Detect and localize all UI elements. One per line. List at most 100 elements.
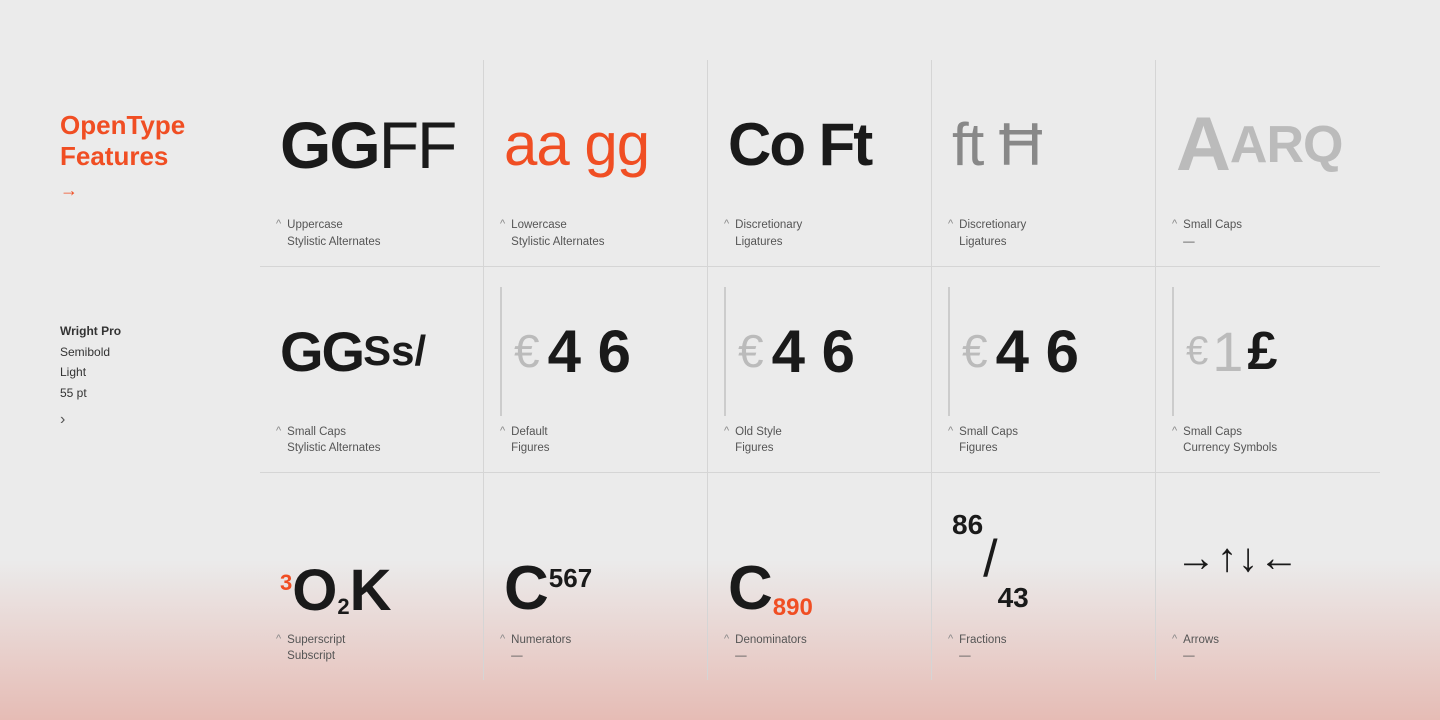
cell-small-caps-figures: € 4 6 ^ Small CapsFigures [932, 267, 1156, 474]
caret-icon: ^ [1172, 425, 1177, 437]
demo-old-style-figures: € 4 6 [724, 287, 915, 416]
demo-fractions: 86 / 43 [948, 493, 1139, 623]
feature-label: LowercaseStylistic Alternates [511, 217, 604, 249]
demo-lowercase-stylistic: aa gg [500, 80, 691, 209]
demo-small-caps: A ARQ [1172, 80, 1364, 209]
feature-label: DiscretionaryLigatures [959, 217, 1026, 249]
label-row: ^ Fractions— [948, 632, 1139, 664]
label-row: ^ SuperscriptSubscript [276, 632, 467, 664]
demo-text: Co Ft [728, 110, 871, 179]
cell-lowercase-stylistic: aa gg ^ LowercaseStylistic Alternates [484, 60, 708, 267]
feature-label: Arrows— [1183, 632, 1219, 664]
demo-small-caps-currency: € 1 £ [1172, 287, 1364, 416]
demo-text: ARQ [1230, 119, 1343, 171]
feature-label: Small Caps— [1183, 217, 1242, 249]
demo-slash: / [983, 529, 997, 589]
demo-pound: £ [1247, 320, 1277, 382]
demo-euro: € [1186, 329, 1208, 374]
label-row: ^ Denominators— [724, 632, 915, 664]
cell-uppercase-stylistic: GG FF ^ UppercaseStylistic Alternates [260, 60, 484, 267]
label-row: ^ Numerators— [500, 632, 691, 664]
cell-small-caps-stylistic: GG Ss/ ^ Small CapsStylistic Alternates [260, 267, 484, 474]
demo-circle-o: O [292, 557, 337, 624]
demo-text-alt: FF [379, 107, 456, 183]
caret-icon: ^ [500, 218, 505, 230]
demo-gg: GG [280, 319, 363, 384]
label-row: ^ Old StyleFigures [724, 424, 915, 456]
cell-disc-ligatures-2: ft Ħ ^ DiscretionaryLigatures [932, 60, 1156, 267]
demo-disc-ligatures-2: ft Ħ [948, 80, 1139, 209]
label-row: ^ Arrows— [1172, 632, 1364, 664]
cell-small-caps-currency: € 1 £ ^ Small CapsCurrency Symbols [1156, 267, 1380, 474]
demo-numerators: C 567 [500, 493, 691, 623]
feature-label: Small CapsStylistic Alternates [287, 424, 380, 456]
demo-euro: € [738, 324, 764, 378]
demo-a-big: A [1176, 107, 1230, 183]
sidebar-chevron[interactable]: › [60, 411, 260, 429]
font-style: Light [60, 365, 86, 379]
demo-one: 1 [1212, 319, 1243, 384]
caret-icon: ^ [500, 425, 505, 437]
sidebar-title: OpenTypeFeatures [60, 110, 260, 172]
demo-euro: € [962, 324, 988, 378]
caret-icon: ^ [724, 633, 729, 645]
label-row: ^ Small Caps— [1172, 217, 1364, 249]
feature-label: DiscretionaryLigatures [735, 217, 802, 249]
sidebar-arrow[interactable]: → [60, 180, 260, 201]
font-size: 55 pt [60, 386, 87, 400]
demo-uppercase-stylistic: GG FF [276, 80, 467, 209]
demo-denominators: C 890 [724, 493, 915, 623]
font-weight: Semibold [60, 345, 110, 359]
caret-icon: ^ [948, 633, 953, 645]
demo-numbers: 4 6 [772, 317, 855, 386]
demo-denominator: 43 [998, 582, 1029, 614]
caret-icon: ^ [948, 218, 953, 230]
feature-label: Numerators— [511, 632, 571, 664]
demo-567: 567 [549, 563, 592, 594]
demo-c: C [728, 553, 773, 624]
demo-euro: € [514, 324, 540, 378]
cell-disc-ligatures-1: Co Ft ^ DiscretionaryLigatures [708, 60, 932, 267]
main-container: OpenTypeFeatures → Wright Pro Semibold L… [0, 0, 1440, 720]
font-name: Wright Pro [60, 324, 121, 338]
features-grid: GG FF ^ UppercaseStylistic Alternates aa… [260, 60, 1380, 680]
demo-numerator: 86 [952, 509, 983, 541]
feature-label: SuperscriptSubscript [287, 632, 345, 664]
cell-superscript-subscript: 3 O 2 K ^ SuperscriptSubscript [260, 473, 484, 680]
feature-label: Small CapsFigures [959, 424, 1018, 456]
demo-default-figures: € 4 6 [500, 287, 691, 416]
sidebar: OpenTypeFeatures → Wright Pro Semibold L… [60, 60, 260, 680]
label-row: ^ DefaultFigures [500, 424, 691, 456]
caret-icon: ^ [1172, 218, 1177, 230]
demo-arrows-text: →↑↓← [1176, 536, 1300, 581]
sidebar-meta: Wright Pro Semibold Light 55 pt [60, 321, 260, 403]
cell-old-style-figures: € 4 6 ^ Old StyleFigures [708, 267, 932, 474]
feature-label: Small CapsCurrency Symbols [1183, 424, 1277, 456]
demo-text: aa gg [504, 110, 649, 179]
demo-ss: Ss/ [363, 327, 426, 375]
demo-c: C [504, 553, 549, 624]
cell-default-figures: € 4 6 ^ DefaultFigures [484, 267, 708, 474]
cell-numerators: C 567 ^ Numerators— [484, 473, 708, 680]
label-row: ^ Small CapsFigures [948, 424, 1139, 456]
cell-small-caps: A ARQ ^ Small Caps— [1156, 60, 1380, 267]
demo-text: GG [280, 107, 379, 183]
label-row: ^ Small CapsCurrency Symbols [1172, 424, 1364, 456]
label-row: ^ DiscretionaryLigatures [948, 217, 1139, 249]
feature-label: Old StyleFigures [735, 424, 782, 456]
caret-icon: ^ [724, 218, 729, 230]
feature-label: UppercaseStylistic Alternates [287, 217, 380, 249]
caret-icon: ^ [724, 425, 729, 437]
demo-numbers: 4 6 [996, 317, 1079, 386]
demo-small-caps-figures: € 4 6 [948, 287, 1139, 416]
cell-denominators: C 890 ^ Denominators— [708, 473, 932, 680]
demo-text: ft Ħ [952, 110, 1041, 179]
demo-sub-2: 2 [337, 594, 349, 620]
demo-numbers: 4 6 [548, 317, 631, 386]
caret-icon: ^ [500, 633, 505, 645]
cell-fractions: 86 / 43 ^ Fractions— [932, 473, 1156, 680]
caret-icon: ^ [276, 633, 281, 645]
cell-arrows: →↑↓← ^ Arrows— [1156, 473, 1380, 680]
demo-small-caps-stylistic: GG Ss/ [276, 287, 467, 416]
label-row: ^ LowercaseStylistic Alternates [500, 217, 691, 249]
